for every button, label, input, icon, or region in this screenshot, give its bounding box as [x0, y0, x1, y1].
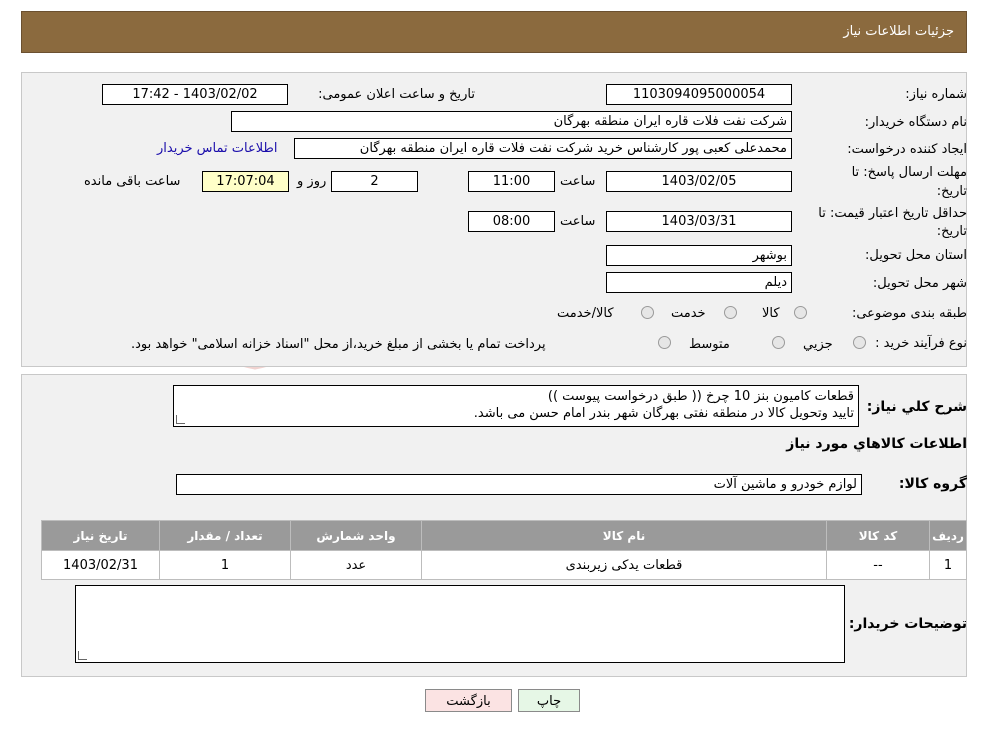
notes-resize-grip-icon[interactable] [78, 651, 87, 660]
col-quantity: تعداد / مقدار [159, 520, 291, 551]
summary-line-1: قطعات کامیون بنز 10 چرخ (( طبق درخواست پ… [547, 389, 854, 404]
summary-line-2: تایید وتحویل کالا در منطقه نفتی بهرگان ش… [473, 406, 854, 421]
province-field: بوشهر [606, 245, 792, 266]
time-remaining-label: ساعت باقی مانده [84, 174, 181, 189]
category-option-goods: کالا [762, 306, 780, 321]
goods-table-header: ردیف کد کالا نام کالا واحد شمارش تعداد /… [41, 520, 967, 551]
print-button[interactable]: چاپ [518, 689, 580, 712]
buyer-notes-label: توضیحات خریدار: [848, 616, 967, 632]
deadline-time-label: ساعت [560, 174, 596, 189]
cell-need-date: 1403/02/31 [41, 550, 160, 580]
buyer-org-field: شرکت نفت فلات قاره ایران منطقه بهرگان [231, 111, 792, 132]
process-radio-treasury[interactable] [658, 336, 671, 349]
cell-code: -- [826, 550, 930, 580]
validity-label-date: تاریخ: [936, 224, 967, 239]
col-unit: واحد شمارش [290, 520, 422, 551]
summary-textarea[interactable]: قطعات کامیون بنز 10 چرخ (( طبق درخواست پ… [173, 385, 859, 427]
city-label: شهر محل تحویل: [872, 276, 967, 291]
province-label: استان محل تحویل: [865, 248, 967, 263]
table-row: 1 -- قطعات یدکی زیربندی عدد 1 1403/02/31 [41, 550, 967, 580]
back-button[interactable]: بازگشت [425, 689, 512, 712]
cell-unit: عدد [290, 550, 422, 580]
validity-time-field: 08:00 [468, 211, 555, 232]
announce-label: تاریخ و ساعت اعلان عمومی: [318, 87, 475, 102]
process-treasury-note: پرداخت تمام یا بخشی از مبلغ خرید،از محل … [131, 337, 546, 352]
col-name: نام کالا [421, 520, 827, 551]
summary-label: شرح کلي نياز: [866, 399, 967, 415]
goods-table: ردیف کد کالا نام کالا واحد شمارش تعداد /… [41, 520, 967, 580]
process-radio-minor[interactable] [853, 336, 866, 349]
category-option-goods-service: کالا/خدمت [557, 306, 614, 321]
need-number-label: شماره نیاز: [905, 87, 967, 102]
buyer-contact-link[interactable]: اطلاعات تماس خریدار [157, 141, 277, 156]
category-radio-goods-service[interactable] [641, 306, 654, 319]
col-code: کد کالا [826, 520, 930, 551]
deadline-date-field: 1403/02/05 [606, 171, 792, 192]
buyer-org-label: نام دستگاه خریدار: [864, 115, 967, 130]
validity-label: حداقل تاریخ اعتبار قیمت: تا [818, 206, 967, 221]
deadline-label: مهلت ارسال پاسخ: تا [851, 165, 967, 180]
process-radio-medium[interactable] [772, 336, 785, 349]
category-radio-goods[interactable] [794, 306, 807, 319]
days-remaining-field: 2 [331, 171, 418, 192]
creator-label: ایجاد کننده درخواست: [847, 142, 967, 157]
goods-group-label: گروه کالا: [898, 476, 967, 492]
process-option-medium: متوسط [689, 337, 730, 352]
city-field: دیلم [606, 272, 792, 293]
category-option-service: خدمت [671, 306, 706, 321]
goods-info-title: اطلاعات کالاهاي مورد نياز [786, 436, 967, 452]
validity-date-field: 1403/03/31 [606, 211, 792, 232]
col-need-date: تاریخ نیاز [41, 520, 160, 551]
cell-row: 1 [929, 550, 967, 580]
process-option-minor: جزیي [803, 337, 833, 352]
category-label: طبقه بندی موضوعی: [851, 306, 967, 321]
cell-quantity: 1 [159, 550, 291, 580]
time-remaining-field: 17:07:04 [202, 171, 289, 192]
goods-group-field: لوازم خودرو و ماشین آلات [176, 474, 862, 495]
resize-grip-icon[interactable] [176, 415, 185, 424]
days-label: روز و [297, 174, 327, 189]
deadline-time-field: 11:00 [468, 171, 555, 192]
buyer-notes-textarea[interactable] [75, 585, 845, 663]
cell-name: قطعات یدکی زیربندی [421, 550, 827, 580]
col-row: ردیف [929, 520, 967, 551]
page-title: جزئیات اطلاعات نیاز [843, 24, 954, 39]
deadline-label-date: تاریخ: [936, 184, 967, 199]
page-header: جزئیات اطلاعات نیاز [21, 11, 967, 53]
process-label: نوع فرآیند خرید : [875, 336, 967, 351]
category-radio-service[interactable] [724, 306, 737, 319]
validity-time-label: ساعت [560, 214, 596, 229]
need-number-field: 1103094095000054 [606, 84, 792, 105]
announce-datetime-field: 1403/02/02 - 17:42 [102, 84, 288, 105]
creator-field: محمدعلی کعبی پور کارشناس خرید شرکت نفت ف… [294, 138, 792, 159]
